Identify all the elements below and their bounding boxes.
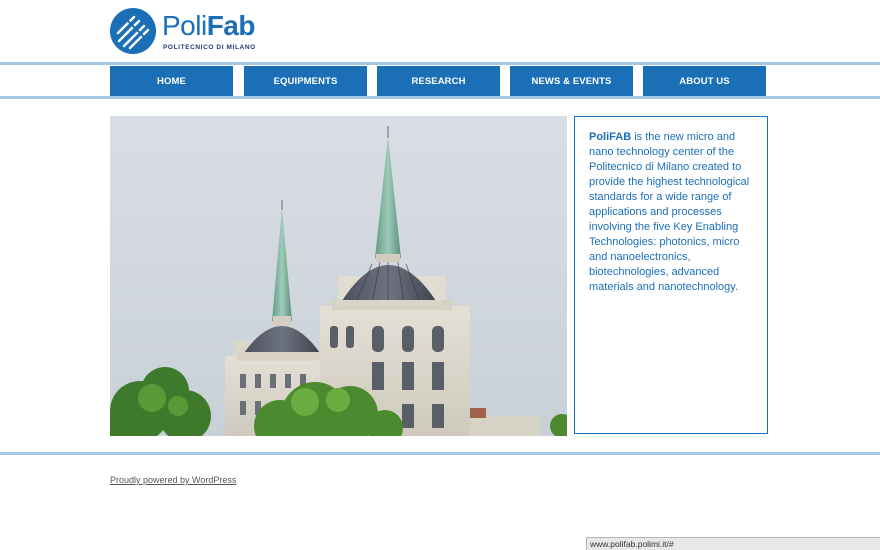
nav-item-news-events[interactable]: NEWS & EVENTS (510, 66, 633, 96)
polifab-logo-icon (110, 8, 156, 54)
site-logo[interactable]: PoliFab POLITECNICO DI MILANO (110, 8, 255, 56)
building-photo-icon (110, 116, 567, 436)
main-navigation: HOME EQUIPMENTS RESEARCH NEWS & EVENTS A… (110, 66, 767, 96)
wordpress-credit-link[interactable]: Proudly powered by WordPress (110, 475, 236, 485)
nav-item-about-us[interactable]: ABOUT US (643, 66, 766, 96)
nav-top-rule (0, 62, 880, 65)
nav-item-equipments[interactable]: EQUIPMENTS (244, 66, 367, 96)
intro-text: PoliFAB is the new micro and nano techno… (589, 130, 759, 295)
logo-subtitle: POLITECNICO DI MILANO (163, 44, 256, 51)
intro-brand-name: PoliFAB (589, 131, 632, 143)
logo-wordmark: PoliFab (162, 11, 255, 41)
nav-item-home[interactable]: HOME (110, 66, 233, 96)
intro-box: PoliFAB is the new micro and nano techno… (574, 116, 768, 434)
hero-image (110, 116, 567, 436)
nav-item-research[interactable]: RESEARCH (377, 66, 500, 96)
browser-status-bar: www.polifab.polimi.it/# (586, 537, 880, 550)
nav-bottom-rule (0, 96, 880, 99)
intro-description: is the new micro and nano technology cen… (589, 131, 750, 293)
logo-word-poli: Poli (162, 10, 207, 41)
logo-word-fab: Fab (206, 10, 256, 41)
footer-rule (0, 452, 880, 455)
